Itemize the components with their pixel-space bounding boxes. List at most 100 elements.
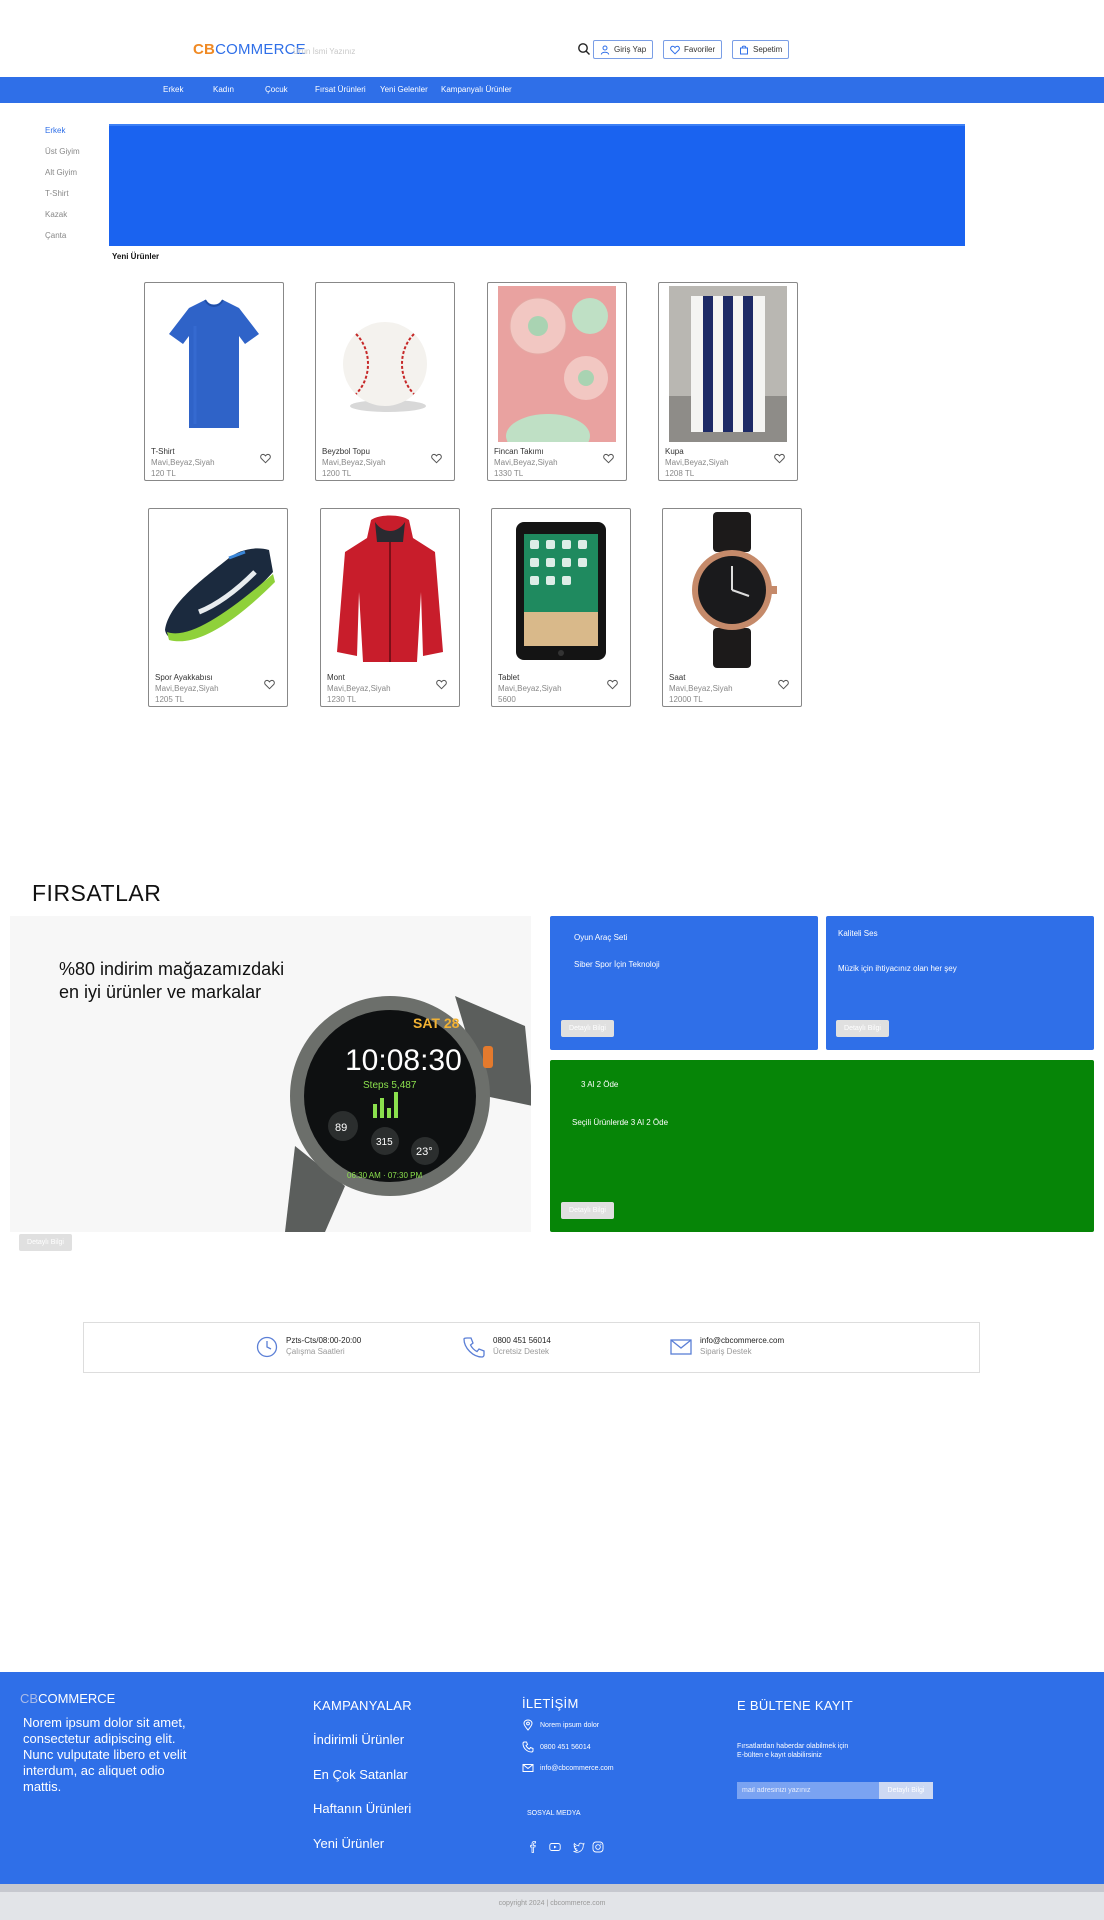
footer: CBCOMMERCE Norem ipsum dolor sit amet, c…	[0, 1672, 1104, 1884]
copyright-bar: copyright 2024 | cbcommerce.com	[0, 1884, 1104, 1920]
product-name: Mont	[327, 673, 345, 682]
footer-email-text: info@cbcommerce.com	[540, 1764, 614, 1772]
copyright-text: copyright 2024 | cbcommerce.com	[498, 1900, 606, 1907]
youtube-icon[interactable]	[549, 1841, 561, 1853]
sidebar-item-alt-giyim[interactable]: Alt Giyim	[45, 168, 77, 177]
footer-email[interactable]: info@cbcommerce.com	[522, 1762, 614, 1774]
product-card[interactable]: Saat Mavi,Beyaz,Siyah 12000 TL	[662, 508, 802, 707]
footer-logo-text: COMMERCE	[38, 1691, 116, 1706]
favorites-button[interactable]: Favoriler	[663, 40, 723, 59]
product-price: 5600	[498, 695, 516, 704]
deals-main-button[interactable]: Detaylı Bilgi	[19, 1234, 72, 1251]
facebook-icon[interactable]	[527, 1841, 539, 1853]
heart-icon[interactable]	[607, 679, 618, 690]
heart-icon[interactable]	[778, 679, 789, 690]
search-icon[interactable]	[577, 42, 591, 56]
product-card[interactable]: Kupa Mavi,Beyaz,Siyah 1208 TL	[658, 282, 798, 481]
info-working-hours: Pzts-Cts/08:00-20:00 Çalışma Saatleri	[256, 1336, 361, 1358]
deal-box-3-for-2[interactable]: 3 Al 2 Öde Seçili Ürünlerde 3 Al 2 Öde D…	[550, 1060, 1094, 1232]
deal-box-subtitle: Seçili Ürünlerde 3 Al 2 Öde	[572, 1118, 669, 1127]
smartwatch-battery: 89	[335, 1122, 347, 1134]
product-price: 1330 TL	[494, 469, 524, 478]
footer-newsletter-text: Fırsatlardan haberdar olabilmek için E-b…	[737, 1742, 848, 1760]
deal-box-quality-sound[interactable]: Kaliteli Ses Müzik için ihtiyacınız olan…	[826, 916, 1094, 1050]
nav-item-kampanyali[interactable]: Kampanyalı Ürünler	[441, 85, 512, 94]
info-line-1: 0800 451 56014	[493, 1336, 551, 1345]
product-name: Spor Ayakkabısı	[155, 673, 213, 682]
newsletter-email-input[interactable]	[737, 1782, 879, 1799]
product-price: 120 TL	[151, 469, 176, 478]
cart-button[interactable]: Sepetim	[732, 40, 790, 59]
clock-icon	[256, 1336, 278, 1358]
product-name: Tablet	[498, 673, 520, 682]
nav-item-erkek[interactable]: Erkek	[163, 85, 183, 94]
product-card[interactable]: Beyzbol Topu Mavi,Beyaz,Siyah 1200 TL	[315, 282, 455, 481]
nav-item-yeni[interactable]: Yeni Gelenler	[380, 85, 428, 94]
footer-description: Norem ipsum dolor sit amet, consectetur …	[23, 1715, 187, 1794]
product-card[interactable]: Tablet Mavi,Beyaz,Siyah 5600	[491, 508, 631, 707]
smartwatch-steps: Steps 5,487	[363, 1080, 417, 1091]
deal-box-button[interactable]: Detaylı Bilgi	[561, 1202, 614, 1219]
product-card[interactable]: T-Shirt Mavi,Beyaz,Siyah 120 TL	[144, 282, 284, 481]
cart-icon	[740, 45, 748, 54]
heart-icon[interactable]	[264, 679, 275, 690]
sidebar-item-kazak[interactable]: Kazak	[45, 210, 67, 219]
product-card[interactable]: Fincan Takımı Mavi,Beyaz,Siyah 1330 TL	[487, 282, 627, 481]
newsletter-subscribe-button[interactable]: Detaylı Bilgi	[879, 1782, 933, 1799]
product-card[interactable]: Mont Mavi,Beyaz,Siyah 1230 TL	[320, 508, 460, 707]
footer-link-best-sellers[interactable]: En Çok Satanlar	[313, 1767, 408, 1782]
deal-box-button[interactable]: Detaylı Bilgi	[561, 1020, 614, 1037]
info-email: info@cbcommerce.com Sipariş Destek	[670, 1336, 784, 1358]
phone-icon	[463, 1337, 485, 1358]
search-input[interactable]	[293, 42, 563, 60]
nav-item-firsat[interactable]: Fırsat Ürünleri	[315, 85, 366, 94]
footer-link-new[interactable]: Yeni Ürünler	[313, 1836, 384, 1851]
smartwatch-image: SAT 28 10:08:30 Steps 5,487 89 315 23° 0…	[285, 996, 531, 1232]
info-line-1: Pzts-Cts/08:00-20:00	[286, 1336, 362, 1345]
nav-item-cocuk[interactable]: Çocuk	[265, 85, 288, 94]
sidebar-item-ust-giyim[interactable]: Üst Giyim	[45, 147, 80, 156]
smartwatch-date: SAT 28	[413, 1015, 460, 1031]
product-price: 1230 TL	[327, 695, 357, 704]
footer-link-weekly[interactable]: Haftanın Ürünleri	[313, 1801, 411, 1816]
watch-image	[673, 512, 791, 668]
logo[interactable]: CBCOMMERCE	[193, 41, 306, 58]
smartwatch-temp: 23°	[416, 1146, 433, 1158]
footer-phone[interactable]: 0800 451 56014	[522, 1741, 591, 1753]
heart-icon[interactable]	[260, 453, 271, 464]
instagram-icon[interactable]	[592, 1841, 604, 1853]
heart-icon[interactable]	[603, 453, 614, 464]
footer-link-discounted[interactable]: İndirimli Ürünler	[313, 1732, 404, 1747]
heart-icon[interactable]	[431, 453, 442, 464]
product-card[interactable]: Spor Ayakkabısı Mavi,Beyaz,Siyah 1205 TL	[148, 508, 288, 707]
product-price: 1200 TL	[322, 469, 352, 478]
product-name: T-Shirt	[151, 447, 175, 456]
info-line-1: info@cbcommerce.com	[700, 1336, 785, 1345]
info-strip: Pzts-Cts/08:00-20:00 Çalışma Saatleri 08…	[83, 1322, 980, 1373]
plates-image	[498, 286, 616, 442]
login-button[interactable]: Giriş Yap	[593, 40, 654, 59]
header: CBCOMMERCE Giriş Yap Favoriler Sepetim	[0, 0, 1104, 77]
mug-image	[669, 286, 787, 442]
product-colors: Mavi,Beyaz,Siyah	[498, 684, 562, 693]
heart-icon[interactable]	[774, 453, 785, 464]
sidebar-item-tshirt[interactable]: T-Shirt	[45, 189, 69, 198]
footer-logo[interactable]: CBCOMMERCE	[20, 1691, 115, 1706]
info-line-2: Çalışma Saatleri	[286, 1347, 345, 1356]
info-line-2: Sipariş Destek	[700, 1347, 752, 1356]
footer-phone-text: 0800 451 56014	[540, 1743, 591, 1751]
sneaker-image	[159, 512, 277, 668]
deal-box-game-set[interactable]: Oyun Araç Seti Siber Spor İçin Teknoloji…	[550, 916, 818, 1050]
twitter-icon[interactable]	[573, 1841, 585, 1853]
jacket-image	[331, 512, 449, 668]
heart-icon[interactable]	[436, 679, 447, 690]
category-navbar: Erkek Kadın Çocuk Fırsat Ürünleri Yeni G…	[0, 77, 1104, 103]
nav-item-kadin[interactable]: Kadın	[213, 85, 234, 94]
deal-box-button[interactable]: Detaylı Bilgi	[836, 1020, 889, 1037]
info-line-2: Ücretsiz Destek	[493, 1347, 550, 1356]
sidebar-item-canta[interactable]: Çanta	[45, 231, 66, 240]
new-products-title: Yeni Ürünler	[112, 252, 160, 261]
hero-banner[interactable]	[109, 124, 965, 246]
deals-main-banner[interactable]: %80 indirim mağazamızdaki en iyi ürünler…	[10, 916, 531, 1232]
sidebar-item-erkek[interactable]: Erkek	[45, 126, 65, 135]
